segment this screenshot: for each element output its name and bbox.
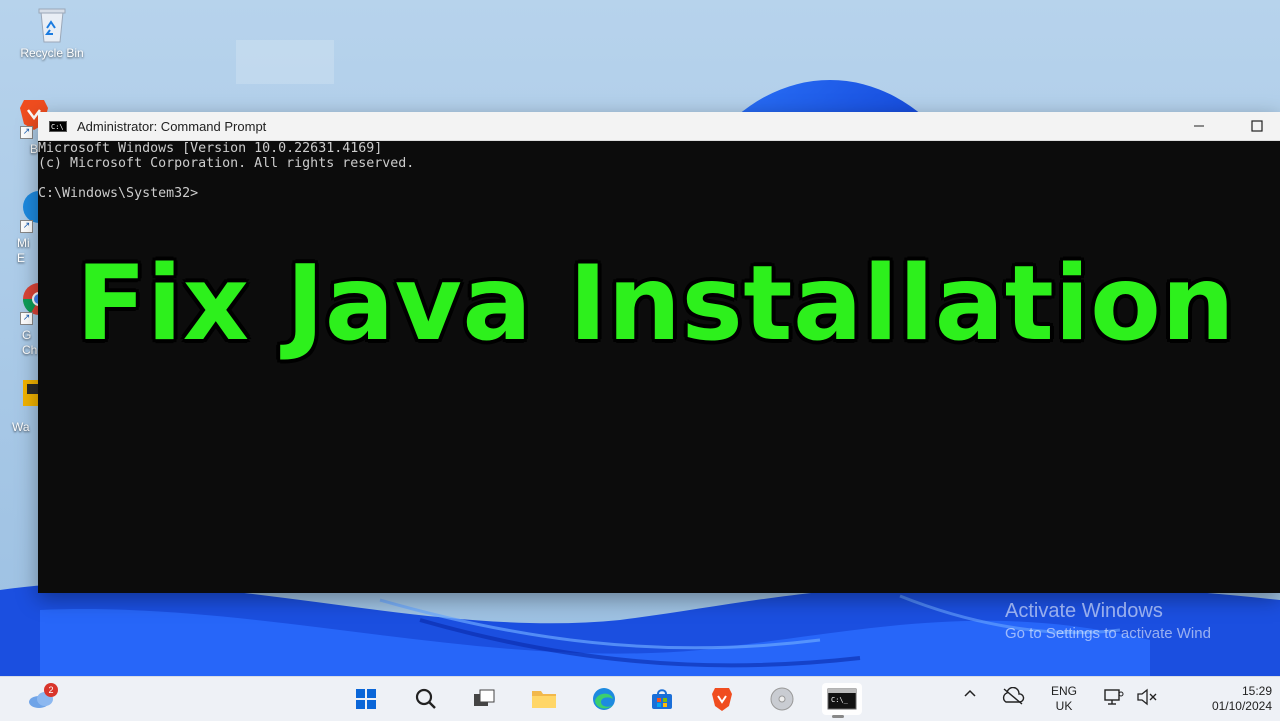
weather-widget[interactable]: 2: [26, 683, 58, 715]
task-view-button[interactable]: [468, 683, 500, 715]
network-tray-icon[interactable]: [1102, 688, 1126, 709]
edge-button[interactable]: [588, 683, 620, 715]
task-view-icon: [474, 689, 495, 706]
shortcut-arrow-icon: ↗: [20, 220, 33, 233]
onedrive-tray-icon[interactable]: [1000, 686, 1026, 708]
volume-tray-icon[interactable]: [1134, 688, 1160, 709]
file-explorer-button[interactable]: [528, 683, 560, 715]
terminal-prompt: C:\Windows\System32>: [38, 186, 199, 201]
terminal-line: Microsoft Windows [Version 10.0.22631.41…: [38, 141, 383, 156]
minimize-icon: [1194, 125, 1204, 127]
disc-icon: [770, 687, 794, 711]
command-prompt-icon: C:\: [49, 120, 67, 132]
desktop-icon-label: Wa: [12, 420, 30, 434]
cloud-offline-icon: [1002, 686, 1025, 705]
store-button[interactable]: [646, 683, 678, 715]
window-title: Administrator: Command Prompt: [77, 118, 267, 134]
clock[interactable]: 15:29 01/10/2024: [1176, 684, 1272, 714]
keyboard-layout: UK: [1055, 699, 1073, 713]
store-icon: [652, 689, 672, 709]
search-button[interactable]: [410, 683, 442, 715]
headline-overlay: Fix Java Installation: [76, 244, 1236, 364]
desktop-icon-label: B: [30, 142, 39, 156]
search-icon: [415, 688, 436, 709]
command-prompt-window[interactable]: C:\ Administrator: Command Prompt Micros…: [38, 112, 1280, 593]
language-code: ENG: [1050, 684, 1077, 698]
brave-icon: [712, 688, 732, 711]
svg-text:C:\_: C:\_: [831, 696, 849, 704]
terminal-output[interactable]: Microsoft Windows [Version 10.0.22631.41…: [38, 141, 1280, 593]
command-prompt-taskbar-button[interactable]: C:\_: [822, 683, 862, 718]
desktop-icon-label: Mi E: [17, 236, 30, 265]
blurred-region: [236, 40, 334, 84]
volume-muted-icon: [1137, 688, 1157, 706]
shortcut-arrow-icon: ↗: [20, 126, 33, 139]
watermark-title: Activate Windows: [1005, 600, 1163, 622]
desktop-icon-label: Recycle Bin: [20, 46, 84, 60]
terminal-line: (c) Microsoft Corporation. All rights re…: [38, 156, 415, 171]
brave-button[interactable]: [706, 683, 738, 715]
chevron-up-icon: [964, 689, 976, 697]
recycle-bin-icon: [38, 8, 66, 43]
desktop-icon-recycle-bin[interactable]: Recycle Bin: [8, 4, 96, 60]
watermark-subtitle: Go to Settings to activate Wind: [1005, 625, 1211, 642]
network-monitor-icon: [1104, 689, 1124, 705]
windows-logo-icon: [356, 689, 376, 709]
disc-app-button[interactable]: [766, 683, 798, 715]
command-prompt-icon: C:\_: [827, 688, 857, 710]
desktop-icon-label: G Ch: [22, 328, 38, 357]
maximize-icon: [1251, 120, 1263, 132]
language-indicator[interactable]: ENG UK: [1044, 684, 1084, 714]
activate-windows-watermark: Activate Windows Go to Settings to activ…: [1005, 600, 1211, 642]
start-button[interactable]: [350, 683, 382, 715]
clock-time: 15:29: [1241, 684, 1272, 698]
maximize-button[interactable]: [1234, 112, 1280, 140]
taskbar: 2 C:\_ ENG UK 15:29 01/10/2024: [0, 676, 1280, 721]
title-bar[interactable]: C:\ Administrator: Command Prompt: [38, 112, 1280, 141]
edge-icon: [593, 688, 615, 710]
clock-date: 01/10/2024: [1211, 699, 1272, 713]
folder-icon: [532, 691, 556, 708]
shortcut-arrow-icon: ↗: [20, 312, 33, 325]
show-hidden-icons-button[interactable]: [960, 687, 980, 701]
minimize-button[interactable]: [1176, 112, 1222, 140]
notification-badge: 2: [44, 683, 58, 697]
terminal-line: ​: [38, 171, 1280, 186]
